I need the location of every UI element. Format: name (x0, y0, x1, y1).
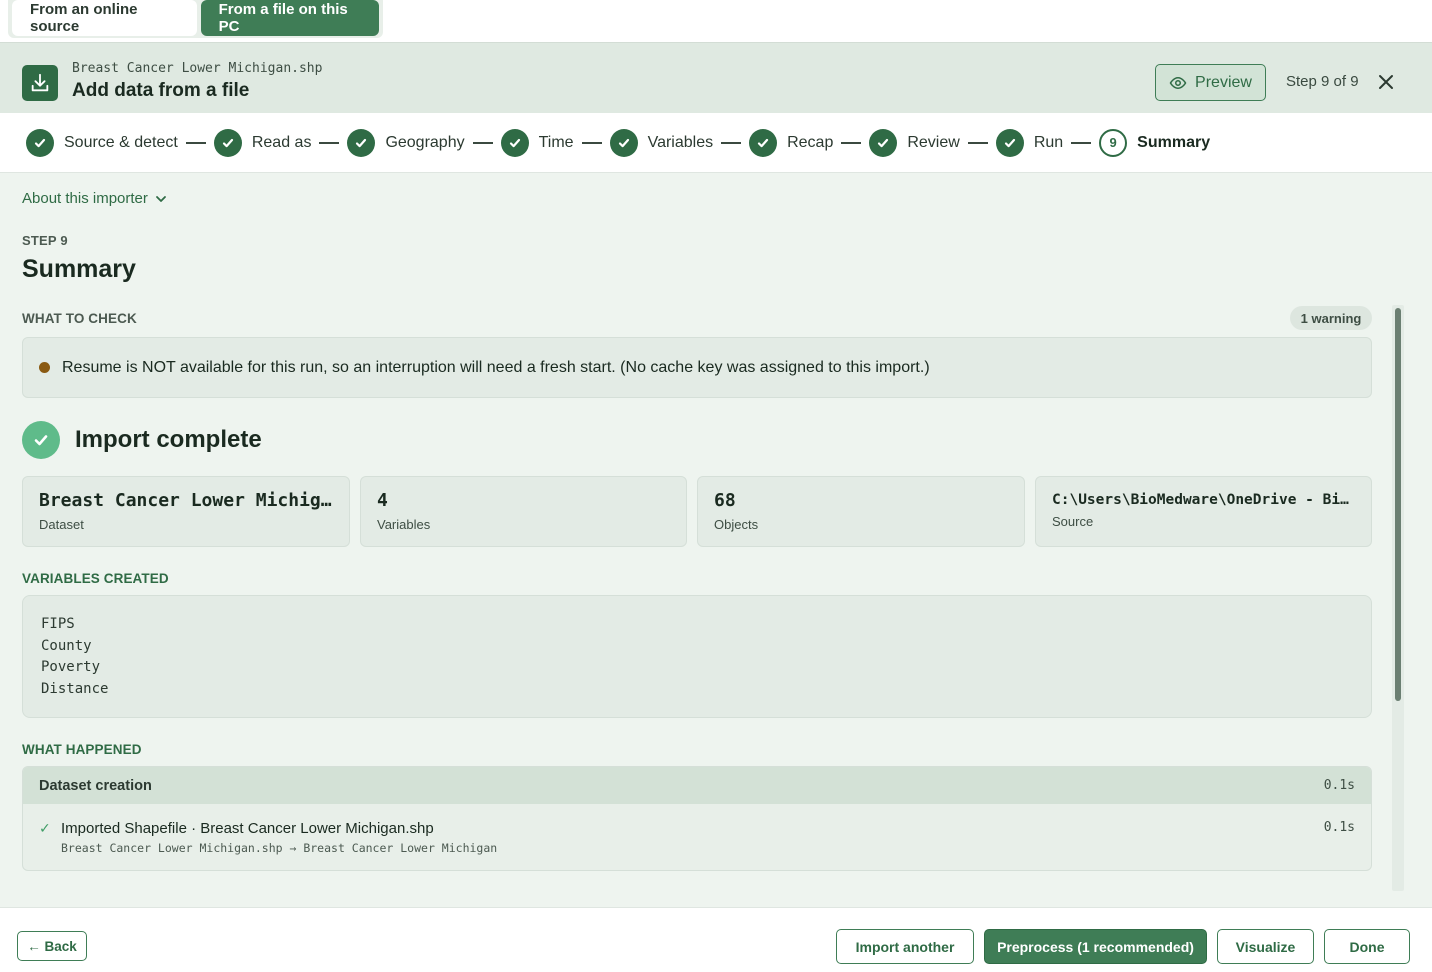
step-connector (581, 141, 602, 144)
variables-created-label: VARIABLES CREATED (22, 571, 169, 586)
log-group-header[interactable]: Dataset creation 0.1s (23, 767, 1371, 804)
close-icon (1379, 75, 1393, 89)
visualize-button[interactable]: Visualize (1217, 929, 1314, 964)
step-number-badge: 9 (1099, 128, 1128, 157)
import-another-button[interactable]: Import another (836, 929, 974, 964)
preview-label: Preview (1195, 73, 1252, 91)
step-label: Source & detect (64, 133, 178, 151)
warning-text: Resume is NOT available for this run, so… (62, 358, 930, 376)
check-icon (26, 128, 54, 157)
step-variables[interactable]: Variables (609, 128, 714, 157)
step-summary[interactable]: 9 Summary (1099, 128, 1211, 157)
step-kicker: STEP 9 (22, 233, 68, 248)
check-icon: ✓ (39, 820, 51, 836)
what-to-check-label: WHAT TO CHECK (22, 311, 137, 326)
what-happened-log: Dataset creation 0.1s ✓ Imported Shapefi… (22, 766, 1372, 871)
step-read-as[interactable]: Read as (213, 128, 312, 157)
step-label: Run (1033, 133, 1064, 151)
scrollbar-thumb[interactable] (1395, 308, 1401, 701)
download-icon (22, 65, 58, 101)
dialog-header: Breast Cancer Lower Michigan.shp Add dat… (0, 42, 1432, 113)
variable-item: FIPS (41, 616, 75, 632)
back-button[interactable]: ← Back (17, 931, 87, 961)
check-icon (347, 128, 376, 157)
chevron-down-icon (155, 195, 166, 202)
about-importer-toggle[interactable]: About this importer (22, 190, 168, 207)
step-label: Geography (385, 133, 465, 151)
step-label: Summary (1137, 133, 1211, 151)
what-happened-label: WHAT HAPPENED (22, 742, 142, 757)
check-icon (500, 128, 529, 157)
source-tabs: From an online source From a file on thi… (8, 0, 383, 38)
main-content: About this importer STEP 9 Summary WHAT … (0, 173, 1432, 907)
scrollbar[interactable] (1392, 305, 1404, 891)
dialog-footer: ← Back Import another Preprocess (1 reco… (0, 907, 1432, 972)
step-source-detect[interactable]: Source & detect (26, 128, 178, 157)
eye-icon (1169, 76, 1187, 89)
warning-count-badge: 1 warning (1290, 306, 1372, 330)
log-group-title: Dataset creation (39, 777, 152, 794)
check-icon (213, 128, 242, 157)
warning-dot-icon (39, 362, 50, 373)
step-geography[interactable]: Geography (347, 128, 465, 157)
step-review[interactable]: Review (869, 128, 960, 157)
tab-online-source[interactable]: From an online source (12, 0, 197, 36)
check-icon (749, 128, 778, 157)
about-label: About this importer (22, 190, 148, 207)
log-row-time: 0.1s (1323, 820, 1355, 835)
step-label: Time (538, 133, 574, 151)
variable-item: Distance (41, 680, 109, 697)
step-recap[interactable]: Recap (749, 128, 834, 157)
variable-item: County (41, 637, 92, 654)
stat-label: Dataset (39, 517, 84, 532)
close-button[interactable] (1374, 70, 1398, 94)
dialog-title: Add data from a file (72, 80, 250, 101)
stat-value: Breast Cancer Lower Michigan (39, 490, 333, 511)
check-icon (995, 128, 1024, 157)
step-run[interactable]: Run (995, 128, 1064, 157)
tab-file-on-pc[interactable]: From a file on this PC (200, 0, 379, 36)
done-button[interactable]: Done (1324, 929, 1410, 964)
step-connector (319, 141, 340, 144)
stat-card-variables: 4 Variables (360, 476, 687, 547)
step-label: Variables (647, 133, 714, 151)
preprocess-button[interactable]: Preprocess (1 recommended) (984, 929, 1207, 964)
stat-card-objects: 68 Objects (697, 476, 1025, 547)
log-row-detail: Breast Cancer Lower Michigan.shp → Breas… (61, 841, 498, 855)
page-title: Summary (22, 255, 136, 283)
import-complete-title: Import complete (75, 426, 262, 453)
stat-label: Objects (714, 517, 759, 532)
variables-list: FIPS County Poverty Distance (22, 595, 1372, 718)
success-check-icon (22, 421, 60, 459)
step-label: Review (907, 133, 960, 151)
warning-item: Resume is NOT available for this run, so… (22, 337, 1372, 398)
step-label: Read as (251, 133, 312, 151)
log-row: ✓ Imported Shapefile · Breast Cancer Low… (23, 804, 1371, 855)
variable-item: Poverty (41, 659, 101, 675)
log-row-title: Imported Shapefile · Breast Cancer Lower… (61, 820, 434, 837)
step-connector (841, 141, 862, 144)
step-connector (185, 141, 206, 144)
stat-value: 4 (377, 490, 388, 511)
step-connector (1071, 141, 1092, 144)
stat-value: 68 (714, 490, 736, 511)
step-connector (967, 141, 988, 144)
log-group-time: 0.1s (1323, 778, 1355, 793)
wizard-stepper: Source & detect Read as Geography Time V… (0, 113, 1432, 173)
preview-button[interactable]: Preview (1155, 64, 1266, 101)
check-icon (869, 128, 898, 157)
step-count: Step 9 of 9 (1286, 73, 1359, 90)
stat-label: Source (1052, 514, 1094, 529)
step-label: Recap (787, 133, 834, 151)
stat-value: C:\Users\BioMedware\OneDrive - BioMedwar… (1052, 492, 1355, 508)
check-icon (609, 128, 638, 157)
stat-card-source: C:\Users\BioMedware\OneDrive - BioMedwar… (1035, 476, 1372, 547)
file-name: Breast Cancer Lower Michigan.shp (72, 61, 323, 76)
stat-card-dataset: Breast Cancer Lower Michigan Dataset (22, 476, 350, 547)
step-time[interactable]: Time (500, 128, 574, 157)
step-connector (721, 141, 742, 144)
step-connector (472, 141, 493, 144)
stat-label: Variables (377, 517, 431, 532)
